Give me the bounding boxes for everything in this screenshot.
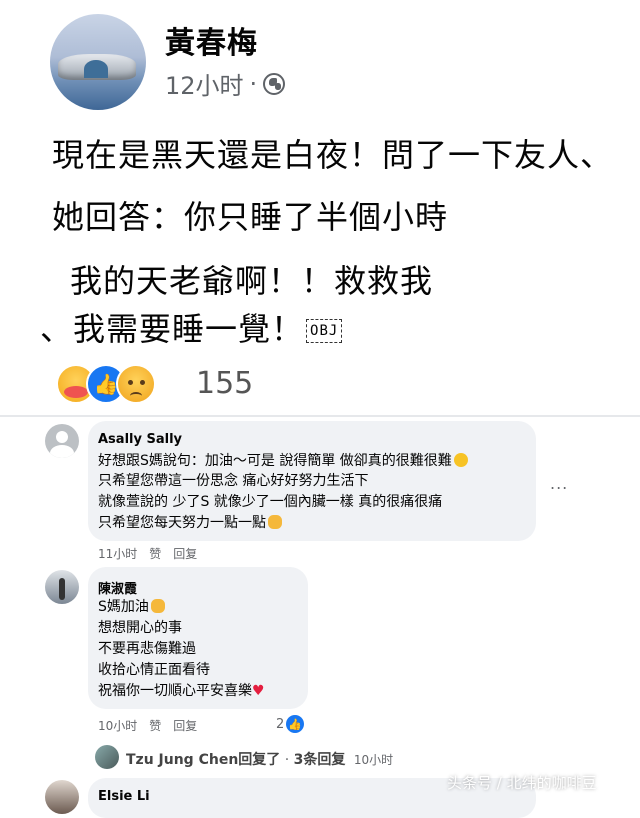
comment-meta: 11小时 赞 回复 [98,545,197,562]
comment-meta: 10小时 赞 回复 [98,717,197,734]
like-icon: 👍 [286,715,305,733]
comment-line: 只希望您帶這一份思念 痛心好好努力生活下 [98,473,369,489]
reaction-count[interactable]: 155 [196,366,253,401]
post-text-line-4-text: 、我需要睡一覺！ [40,310,305,348]
comment-like-link[interactable]: 赞 [149,545,161,562]
comment-time[interactable]: 10小时 [98,717,137,734]
comment-line: 收拾心情正面看待 [98,662,210,678]
meta-separator: · [249,69,258,98]
view-replies-link[interactable]: Tzu Jung Chen回复了 · 3条回复 10小时 [126,749,393,769]
globe-icon [263,72,286,95]
post-text-line-2: 她回答：你只睡了半個小時 [52,198,449,236]
commenter-name[interactable]: Asally Sally [98,432,182,447]
comment-line: 好想跟S媽說句：加油～可是 說得簡單 做卻真的很難很難 [98,451,468,471]
post-text-line-3: 我的天老爺啊！！救救我 [70,262,434,300]
comment-like-count[interactable]: 2 👍 [276,715,305,733]
commenter-avatar[interactable] [45,424,79,458]
commenter-avatar[interactable] [45,570,79,604]
comment-reply-link[interactable]: 回复 [173,545,197,562]
comment-reply-link[interactable]: 回复 [173,717,197,734]
commenter-avatar[interactable] [45,780,79,814]
post-author-name[interactable]: 黃春梅 [165,18,258,62]
comment-line: S媽加油 [98,597,165,617]
divider [0,415,640,417]
comment-time[interactable]: 11小时 [98,545,137,562]
commenter-name[interactable]: 陳淑霞 [98,578,137,597]
comment-line: 不要再悲傷難過 [98,641,196,657]
commenter-name[interactable]: Elsie Li [98,789,150,804]
post-timestamp[interactable]: 12小时 [165,66,244,101]
object-placeholder-icon: OBJ [306,319,343,343]
comment-line: 只希望您每天努力一點一點 [98,513,282,533]
author-avatar[interactable] [50,14,146,110]
watermark: 头条号 / 北纬的咖啡豆 [447,774,597,792]
crying-emoji-icon [453,453,468,467]
heart-icon: ♥ [252,683,265,699]
post-text-line-4: 、我需要睡一覺！ OBJ [40,304,343,350]
post-meta: 12小时 · [165,66,286,101]
replier-avatar [95,745,119,769]
sad-reaction-icon[interactable] [116,364,156,404]
sunrise-emoji-icon [268,515,282,529]
comment-line: 就像萱說的 少了S 就像少了一個內臟一樣 真的很痛很痛 [98,494,443,510]
comment-line: 想想開心的事 [98,620,182,636]
comment-line: 祝福你一切順心平安喜樂♥ [98,683,265,699]
clapping-emoji-icon [150,599,165,613]
comment-like-link[interactable]: 赞 [149,717,161,734]
post-text-line-1: 現在是黑天還是白夜！問了一下友人、 [52,136,614,174]
more-options-icon[interactable]: ... [550,474,568,493]
